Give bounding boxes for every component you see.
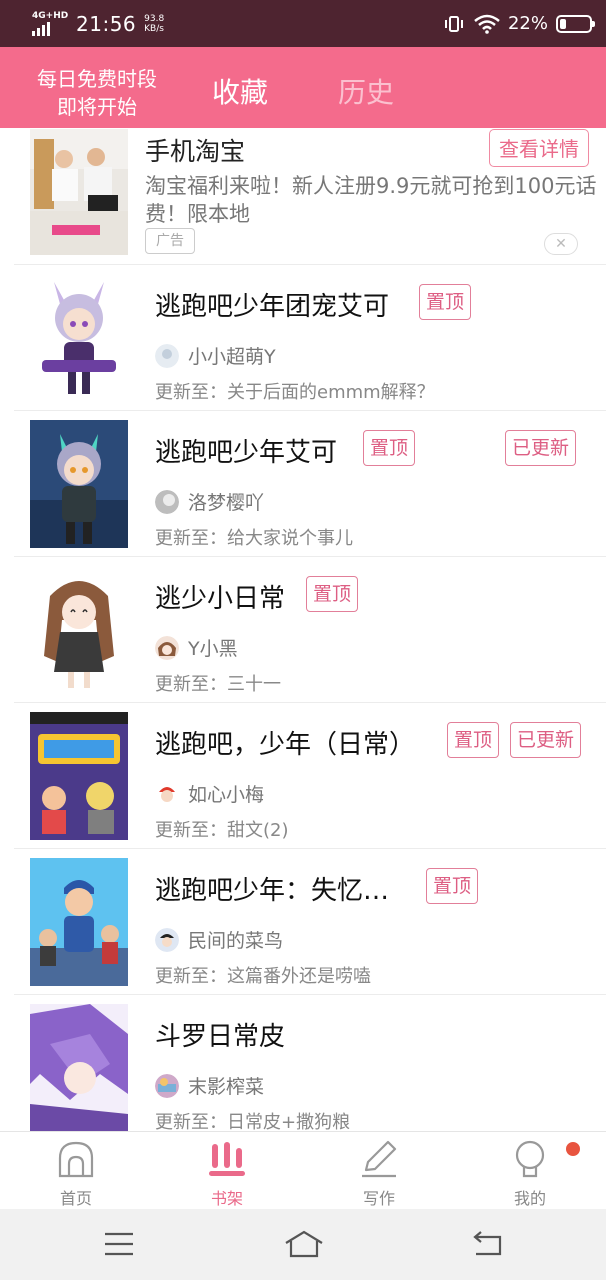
system-navigation-bar <box>0 1209 606 1280</box>
signal-icon <box>32 21 68 36</box>
author-row: Y小黑 <box>155 634 238 661</box>
latest-chapter: 更新至：日常皮+撒狗粮 <box>155 1112 351 1131</box>
speed-value: 93.8 <box>144 13 165 24</box>
author-name: 小小超萌Y <box>188 346 276 368</box>
divider <box>14 264 606 265</box>
tab-history[interactable]: 历史 <box>338 71 394 111</box>
pinned-badge: 置顶 <box>426 868 479 904</box>
author-row: 如心小梅 <box>155 780 264 807</box>
menu-icon[interactable] <box>104 1229 134 1259</box>
speed-unit: KB/s <box>144 23 164 34</box>
clock: 21:56 <box>76 11 137 36</box>
book-title: 斗罗日常皮 <box>155 1022 286 1052</box>
battery-icon <box>556 14 595 33</box>
author-row: 民间的菜鸟 <box>155 926 283 953</box>
pinned-badge: 置顶 <box>363 430 416 466</box>
book-title: 逃跑吧少年艾可 <box>155 438 338 468</box>
author-row: 末影榨菜 <box>155 1072 264 1099</box>
free-period-banner[interactable]: 每日免费时段 即将开始 <box>24 65 170 121</box>
home-button-icon[interactable] <box>284 1229 324 1259</box>
divider <box>14 556 606 557</box>
notification-dot <box>566 1142 580 1156</box>
book-cover <box>30 420 128 548</box>
book-cover <box>30 566 128 694</box>
latest-chapter: 更新至：甜文(2) <box>155 820 289 841</box>
divider <box>14 702 606 703</box>
latest-chapter: 更新至：给大家说个事儿 <box>155 528 353 549</box>
author-avatar <box>155 781 179 806</box>
book-cover <box>30 858 128 986</box>
book-item[interactable]: 斗罗日常皮 末影榨菜 更新至：日常皮+撒狗粮 <box>0 994 606 1131</box>
latest-chapter: 更新至：关于后面的emmm解释？ <box>155 382 435 403</box>
ad-image <box>30 129 128 255</box>
divider <box>14 410 606 411</box>
book-title: 逃跑吧少年：失忆… <box>155 876 390 906</box>
top-header: 每日免费时段 即将开始 收藏 历史 <box>0 47 606 128</box>
latest-chapter: 更新至：这篇番外还是唠嗑 <box>155 966 371 987</box>
tab-favorites[interactable]: 收藏 <box>212 71 268 111</box>
wifi-icon <box>474 14 500 34</box>
author-name: Y小黑 <box>188 638 238 660</box>
book-title: 逃跑吧，少年（日常） <box>155 730 416 760</box>
pinned-badge: 置顶 <box>447 722 500 758</box>
author-name: 末影榨菜 <box>188 1076 265 1098</box>
vibrate-icon <box>444 15 463 32</box>
book-title: 逃少小日常 <box>155 584 286 614</box>
profile-icon <box>515 1140 545 1178</box>
author-avatar <box>155 489 179 514</box>
author-avatar <box>155 1073 179 1098</box>
divider <box>14 848 606 849</box>
status-bar: 4G+HD 21:56 93.8 KB/s 22% <box>0 0 606 47</box>
ad-label: 广告 <box>145 228 195 254</box>
pinned-badge: 置顶 <box>306 576 359 612</box>
nav-write-label: 写作 <box>362 1189 395 1208</box>
nav-bookshelf-label: 书架 <box>210 1189 243 1208</box>
nav-me-label: 我的 <box>513 1189 546 1208</box>
book-item[interactable]: 逃少小日常 置顶 Y小黑 更新至：三十一 <box>0 556 606 702</box>
promo-line-2: 即将开始 <box>57 95 137 119</box>
book-cover <box>30 274 128 402</box>
nav-home-label: 首页 <box>59 1189 92 1208</box>
book-item[interactable]: 逃跑吧少年艾可 置顶 已更新 洛梦樱吖 更新至：给大家说个事儿 <box>0 410 606 556</box>
book-item[interactable]: 逃跑吧少年团宠艾可 置顶 小小超萌Y 更新至：关于后面的emmm解释？ <box>0 264 606 410</box>
book-item[interactable]: 逃跑吧少年：失忆… 置顶 民间的菜鸟 更新至：这篇番外还是唠嗑 <box>0 848 606 994</box>
promo-line-1: 每日免费时段 <box>37 67 157 91</box>
author-avatar <box>155 343 179 368</box>
ad-description: 淘宝福利来啦！新人注册9.9元就可抢到100元话费！限本地 <box>145 174 597 226</box>
divider <box>14 994 606 995</box>
back-icon[interactable] <box>472 1229 504 1259</box>
book-cover <box>30 1004 128 1131</box>
close-ad-button[interactable]: ✕ <box>544 233 578 255</box>
network-type: 4G+HD <box>32 10 69 21</box>
updated-badge: 已更新 <box>505 430 577 466</box>
author-row: 洛梦樱吖 <box>155 488 264 515</box>
nav-home[interactable]: 首页 <box>21 1132 131 1210</box>
bottom-navigation: 首页 书架 写作 我的 <box>0 1131 606 1210</box>
author-avatar <box>155 635 179 660</box>
author-name: 民间的菜鸟 <box>188 930 284 952</box>
pinned-badge: 置顶 <box>419 284 472 320</box>
nav-write[interactable]: 写作 <box>324 1132 434 1210</box>
author-name: 如心小梅 <box>188 784 265 806</box>
updated-badge: 已更新 <box>510 722 582 758</box>
book-cover <box>30 712 128 840</box>
battery-percent: 22% <box>507 13 548 34</box>
bookshelf-list[interactable]: 手机淘宝 查看详情 淘宝福利来啦！新人注册9.9元就可抢到100元话费！限本地 … <box>0 128 606 1131</box>
network-speed: 93.8 KB/s <box>144 14 164 34</box>
pencil-icon <box>362 1140 397 1178</box>
nav-bookshelf[interactable]: 书架 <box>172 1132 282 1210</box>
author-avatar <box>155 927 179 952</box>
ad-title: 手机淘宝 <box>145 137 246 166</box>
home-icon <box>58 1141 94 1178</box>
view-details-button[interactable]: 查看详情 <box>489 129 589 167</box>
book-title: 逃跑吧少年团宠艾可 <box>155 292 390 322</box>
author-name: 洛梦樱吖 <box>188 492 265 514</box>
signal-indicator: 4G+HD <box>32 11 68 37</box>
book-item[interactable]: 逃跑吧，少年（日常） 置顶 已更新 如心小梅 更新至：甜文(2) <box>0 702 606 848</box>
author-row: 小小超萌Y <box>155 342 276 369</box>
ad-card[interactable]: 手机淘宝 查看详情 淘宝福利来啦！新人注册9.9元就可抢到100元话费！限本地 … <box>0 128 606 264</box>
latest-chapter: 更新至：三十一 <box>155 674 281 695</box>
bookshelf-icon <box>209 1142 245 1176</box>
